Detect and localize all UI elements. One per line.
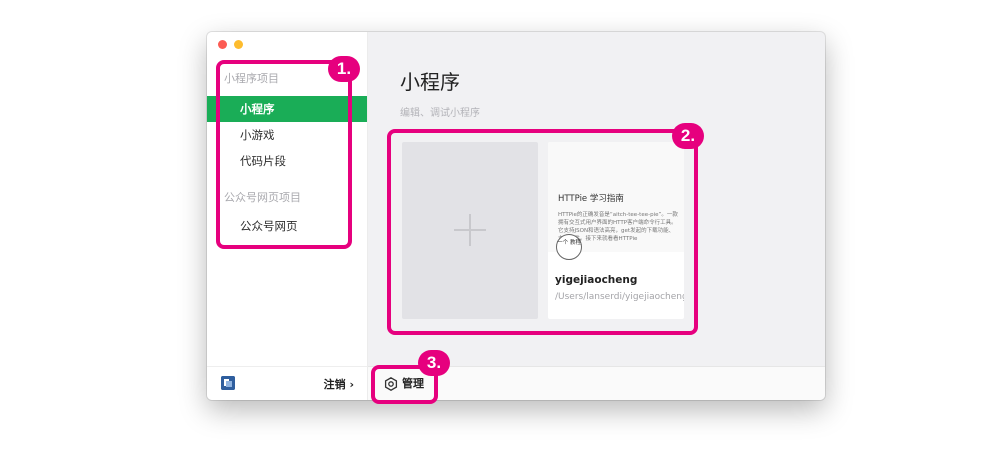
minimize-window-button[interactable] xyxy=(234,40,243,49)
annotation-box-2 xyxy=(387,129,698,335)
sidebar-footer: 注销 › xyxy=(207,366,367,400)
logout-button[interactable]: 注销 › xyxy=(324,376,354,392)
annotation-badge-1: 1. xyxy=(328,56,360,82)
annotation-badge-3: 3. xyxy=(418,350,450,376)
close-window-button[interactable] xyxy=(218,40,227,49)
avatar[interactable] xyxy=(221,376,235,390)
annotation-badge-2: 2. xyxy=(672,123,704,149)
page-title: 小程序 xyxy=(400,70,460,94)
annotation-box-1 xyxy=(216,60,352,249)
page-subtitle: 编辑、调试小程序 xyxy=(400,108,480,119)
